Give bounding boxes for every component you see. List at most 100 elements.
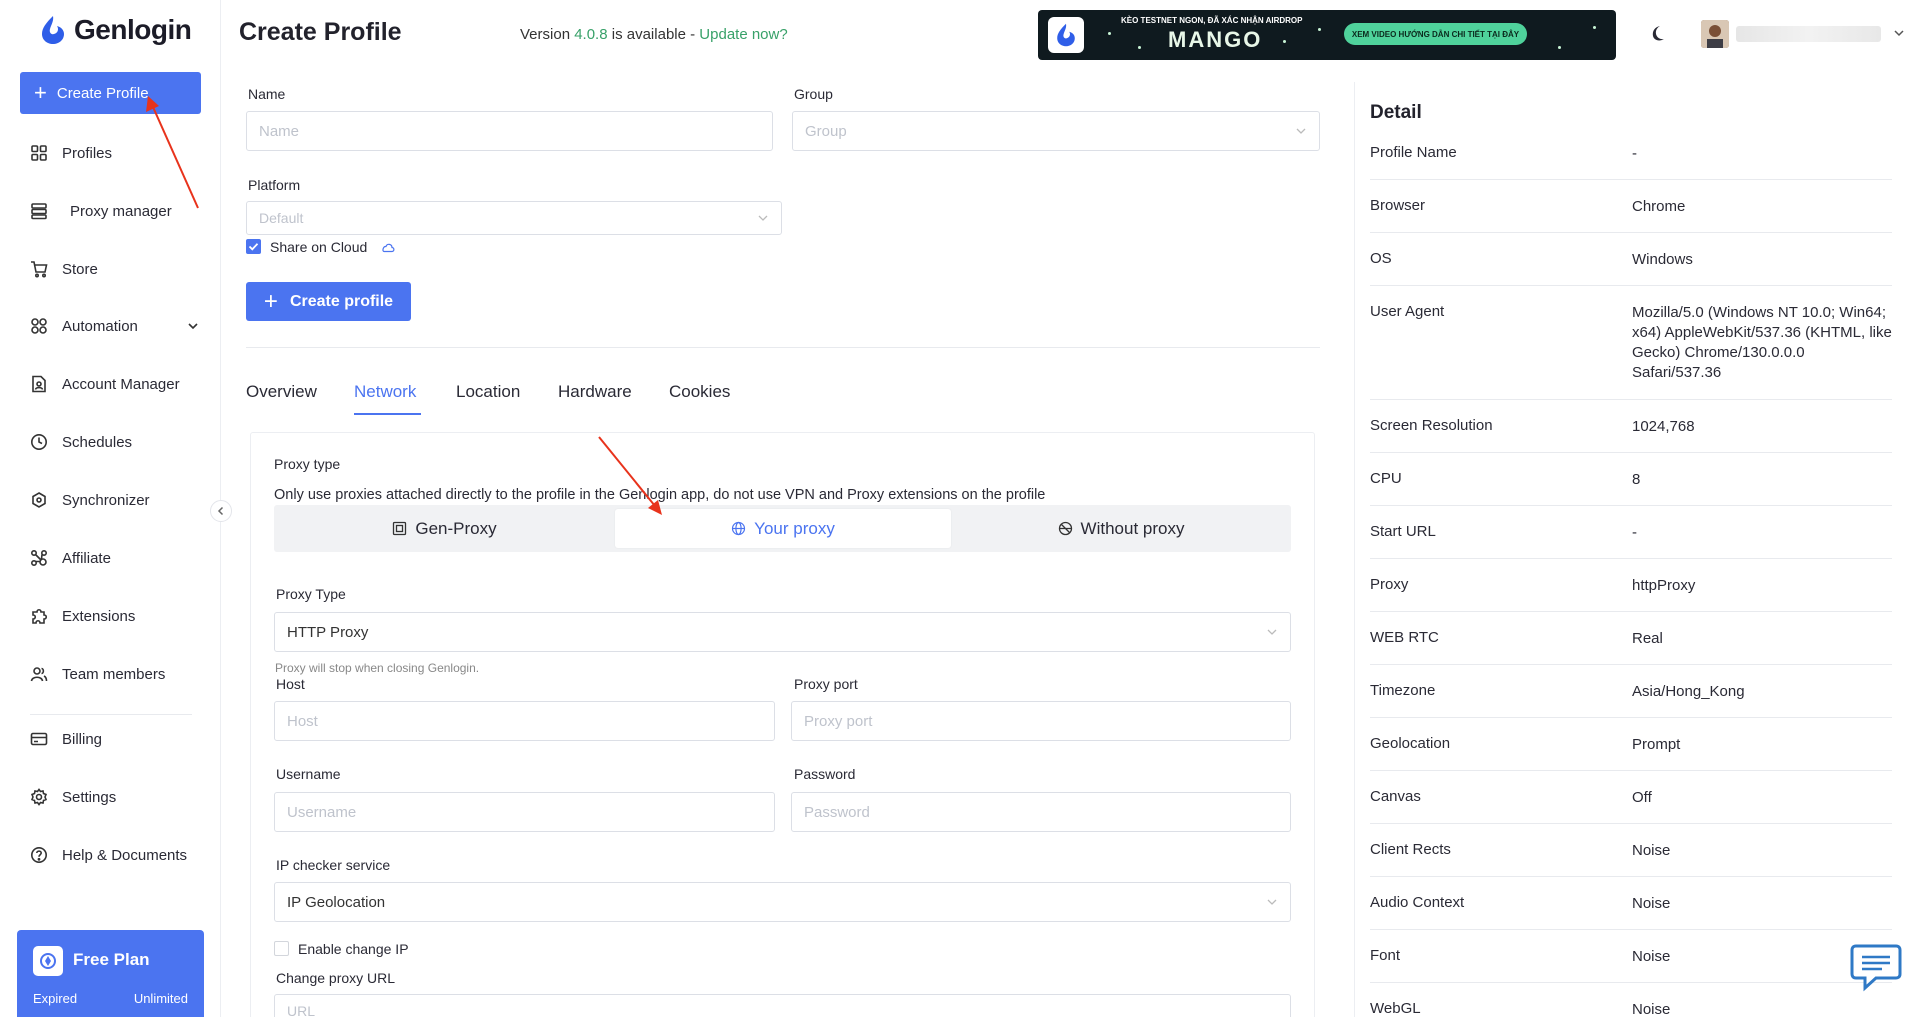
app-window: Genlogin + Create Profile Profiles Proxy… xyxy=(0,0,1920,1017)
plus-icon: + xyxy=(34,80,47,105)
banner-cta[interactable]: XEM VIDEO HƯỚNG DẪN CHI TIẾT TẠI ĐÂY xyxy=(1344,23,1527,45)
sidebar-item-label: Billing xyxy=(62,730,103,748)
chevron-down-icon xyxy=(1267,899,1277,905)
sidebar-item-automation[interactable]: Automation xyxy=(30,311,200,341)
host-input[interactable]: Host xyxy=(274,701,775,741)
sidebar-item-label: Schedules xyxy=(62,433,133,451)
detail-key: Timezone xyxy=(1370,682,1436,699)
plus-icon: + xyxy=(263,287,278,315)
plan-card[interactable]: Free Plan Expired Unlimited xyxy=(17,930,204,1017)
detail-row-geolocation: Geolocation Prompt xyxy=(1370,735,1892,771)
version-notice: Version 4.0.8 is available - Update now? xyxy=(520,26,788,43)
option-your-proxy[interactable]: Your proxy xyxy=(615,509,951,548)
ip-checker-select[interactable]: IP Geolocation xyxy=(274,882,1291,922)
sidebar-item-label: Automation xyxy=(62,317,138,335)
promo-banner[interactable]: KÈO TESTNET NGON, ĐÃ XÁC NHẬN AIRDROP MA… xyxy=(1038,10,1616,60)
name-label: Name xyxy=(248,86,286,102)
name-input[interactable]: Name xyxy=(246,111,773,151)
sidebar-item-store[interactable]: Store xyxy=(30,254,200,284)
sidebar-item-label: Help & Documents xyxy=(62,846,188,864)
tab-overview[interactable]: Overview xyxy=(246,382,317,402)
sidebar-item-proxy-manager[interactable]: Proxy manager xyxy=(30,196,200,226)
create-profile-button[interactable]: + Create profile xyxy=(246,282,411,321)
user-name-blurred[interactable] xyxy=(1736,26,1881,42)
tab-location[interactable]: Location xyxy=(456,382,520,402)
detail-value: Mozilla/5.0 (Windows NT 10.0; Win64; x64… xyxy=(1632,304,1892,381)
detail-key: Profile Name xyxy=(1370,144,1457,161)
detail-row-browser: Browser Chrome xyxy=(1370,197,1892,233)
host-label: Host xyxy=(276,676,305,692)
platform-placeholder: Default xyxy=(259,210,304,226)
detail-key: User Agent xyxy=(1370,303,1445,320)
sidebar-item-extensions[interactable]: Extensions xyxy=(30,601,200,631)
proxy-stop-note: Proxy will stop when closing Genlogin. xyxy=(275,661,480,675)
sidebar-item-settings[interactable]: Settings xyxy=(30,782,200,812)
detail-key: Proxy xyxy=(1370,576,1409,593)
sidebar-item-schedules[interactable]: Schedules xyxy=(30,427,200,457)
chat-support-icon[interactable] xyxy=(1846,938,1904,994)
detail-row-audio-context: Audio Context Noise xyxy=(1370,894,1892,930)
username-input[interactable]: Username xyxy=(274,792,775,832)
sidebar-item-affiliate[interactable]: Affiliate xyxy=(30,543,200,573)
help-icon xyxy=(31,847,47,863)
proxy-type-select[interactable]: HTTP Proxy xyxy=(274,612,1291,652)
change-url-placeholder: URL xyxy=(287,1003,316,1017)
change-url-input[interactable]: URL xyxy=(274,994,1291,1017)
update-now-link[interactable]: Update now? xyxy=(699,26,787,43)
create-profile-button-label: Create profile xyxy=(289,292,394,310)
detail-row-canvas: Canvas Off xyxy=(1370,788,1892,824)
platform-select[interactable]: Default xyxy=(246,201,782,235)
brand-logo[interactable]: Genlogin xyxy=(40,14,192,46)
banner-genlogin-logo-icon xyxy=(1048,17,1084,53)
sidebar-item-billing[interactable]: Billing xyxy=(30,724,200,754)
collapse-sidebar-button[interactable] xyxy=(210,500,232,522)
option-gen-proxy[interactable]: Gen-Proxy xyxy=(278,509,611,548)
card-icon xyxy=(30,732,48,746)
detail-key: Client Rects xyxy=(1370,841,1451,858)
tab-hardware[interactable]: Hardware xyxy=(558,382,632,402)
group-label: Group xyxy=(794,86,833,102)
sidebar-item-synchronizer[interactable]: Synchronizer xyxy=(30,485,200,515)
detail-key: Browser xyxy=(1370,197,1426,214)
sidebar-item-label: Store xyxy=(62,260,98,278)
account-file-icon xyxy=(32,375,46,393)
group-select[interactable]: Group xyxy=(792,111,1320,151)
sidebar-item-label: Extensions xyxy=(62,607,136,625)
no-proxy-globe-icon xyxy=(1058,521,1072,536)
moon-icon[interactable] xyxy=(1647,24,1667,44)
affiliate-icon xyxy=(30,549,48,567)
detail-value: Real xyxy=(1632,630,1663,647)
chevron-down-icon[interactable] xyxy=(1893,27,1905,39)
gear-icon xyxy=(30,788,48,806)
check-icon xyxy=(248,243,259,251)
version-middle: is available - xyxy=(607,26,700,43)
version-prefix: Version xyxy=(520,26,575,43)
create-profile-nav-button[interactable]: + Create Profile xyxy=(20,72,201,114)
banner-sparkle xyxy=(1593,26,1596,29)
sidebar-item-team-members[interactable]: Team members xyxy=(30,659,200,689)
sidebar-item-profiles[interactable]: Profiles xyxy=(30,138,200,168)
sidebar-item-help-documents[interactable]: Help & Documents xyxy=(30,840,200,870)
tab-network[interactable]: Network xyxy=(354,382,416,402)
avatar[interactable] xyxy=(1701,20,1729,48)
enable-change-ip-checkbox[interactable] xyxy=(274,941,289,956)
password-input[interactable]: Password xyxy=(791,792,1291,832)
detail-row-os: OS Windows xyxy=(1370,250,1892,286)
sidebar-item-label: Settings xyxy=(62,788,117,806)
proxy-type-value: HTTP Proxy xyxy=(287,623,369,641)
chevron-down-icon[interactable] xyxy=(186,319,200,333)
share-cloud-checkbox[interactable] xyxy=(246,239,261,254)
option-without-proxy[interactable]: Without proxy xyxy=(955,509,1287,548)
tab-cookies[interactable]: Cookies xyxy=(669,382,730,402)
detail-row-font: Font Noise xyxy=(1370,947,1892,983)
chevron-down-icon xyxy=(1267,629,1277,635)
proxy-port-input[interactable]: Proxy port xyxy=(791,701,1291,741)
proxy-type-heading: Proxy type xyxy=(274,456,341,472)
grid-icon xyxy=(31,145,47,161)
detail-key: WebGL xyxy=(1370,1000,1421,1017)
create-profile-label: Create Profile xyxy=(56,84,149,102)
sidebar-item-account-manager[interactable]: Account Manager xyxy=(30,369,200,399)
sidebar-item-label: Account Manager xyxy=(62,375,180,393)
name-placeholder: Name xyxy=(259,122,300,140)
ip-checker-value: IP Geolocation xyxy=(287,893,386,911)
